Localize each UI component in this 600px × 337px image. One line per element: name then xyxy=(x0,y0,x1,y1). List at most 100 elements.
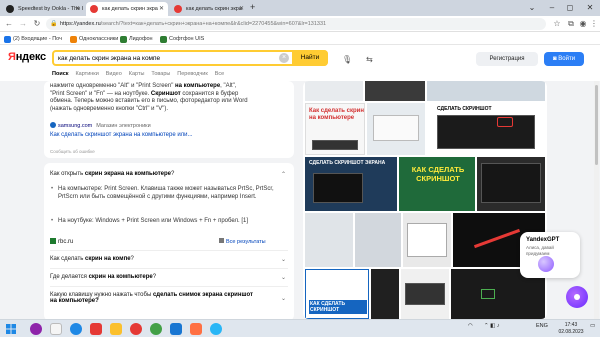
clear-icon[interactable]: × xyxy=(279,53,289,63)
extensions-icon[interactable]: ⧉ xyxy=(566,18,576,30)
image-caption: СДЕЛАТЬ СКРИНШОТ xyxy=(437,106,492,112)
image-result[interactable] xyxy=(355,213,401,267)
faq-question-4[interactable]: Какую клавишу нужно нажать чтобы сделать… xyxy=(50,292,253,304)
bookmark-gmail[interactable]: (2) Входящие - Поч xyxy=(4,34,62,44)
network-icon[interactable]: ◠ xyxy=(468,323,473,329)
bookmark-lidofon[interactable]: Лидофон xyxy=(120,34,153,44)
report-error-link[interactable]: Сообщить об ошибке xyxy=(50,149,95,154)
image-result[interactable] xyxy=(401,269,449,319)
image-result[interactable] xyxy=(305,81,363,101)
tab-all[interactable]: Все xyxy=(215,71,224,77)
chevron-down-icon[interactable]: ⌄ xyxy=(281,274,286,281)
result-link[interactable]: Как сделать скриншот экрана на компьютер… xyxy=(50,132,193,138)
alice-assistant-icon[interactable] xyxy=(566,286,588,308)
maximize-button[interactable]: ◻ xyxy=(560,0,580,16)
new-tab-button[interactable]: + xyxy=(250,2,255,12)
image-result[interactable] xyxy=(367,103,425,155)
close-icon[interactable]: ✕ xyxy=(75,2,80,16)
image-result[interactable]: КАК СДЕЛАТЬ СКРИНШОТ xyxy=(399,157,475,211)
page-scrollbar[interactable] xyxy=(594,81,599,319)
tab-yandex-2[interactable]: как делать скрин экра ✕ xyxy=(170,2,248,16)
divider xyxy=(50,268,288,269)
close-icon[interactable]: ✕ xyxy=(159,2,164,16)
image-result[interactable] xyxy=(477,157,545,211)
search-input[interactable] xyxy=(58,53,278,64)
image-result[interactable] xyxy=(427,81,545,101)
chevron-down-icon[interactable]: ⌄ xyxy=(281,295,286,302)
all-results-link[interactable]: Все результаты xyxy=(219,238,266,245)
forward-button[interactable]: → xyxy=(18,18,28,30)
image-caption: Как сделать скрин на компьютере xyxy=(309,108,364,121)
windows-start-icon[interactable] xyxy=(6,324,16,334)
q-bold: сделать снимок экрана скриншот xyxy=(152,292,253,298)
yandex-icon[interactable] xyxy=(130,323,142,335)
image-result[interactable]: КАК СДЕЛАТЬ СКРИНШОТ xyxy=(305,269,369,319)
clock[interactable]: 17:43 02.08.2023 xyxy=(556,322,586,335)
profile-icon[interactable]: ◉ xyxy=(578,18,588,30)
yandex-browser-icon[interactable] xyxy=(90,323,102,335)
close-icon[interactable]: ✕ xyxy=(239,2,244,16)
tab-search[interactable]: Поиск xyxy=(52,71,69,77)
find-button[interactable]: Найти xyxy=(292,50,328,66)
result-source[interactable]: samsung.com Магазин электроники xyxy=(50,122,151,129)
tab-images[interactable]: Картинки xyxy=(75,71,98,77)
app-icon[interactable] xyxy=(190,323,202,335)
image-result[interactable]: СДЕЛАТЬ СКРИНШОТ xyxy=(427,103,545,155)
chevron-down-icon[interactable]: ⌄ xyxy=(281,256,286,263)
url-field[interactable]: 🔒 https://yandex.ru/search/?text=как+дел… xyxy=(46,18,546,30)
task-view-icon[interactable] xyxy=(50,323,62,335)
image-result[interactable] xyxy=(371,269,399,319)
search-box: × ⌕ xyxy=(52,50,328,66)
minimize-button[interactable]: – xyxy=(542,0,562,16)
faq-question-3[interactable]: Где делается скрин на компьютере? xyxy=(50,274,156,280)
q-text: ? xyxy=(130,256,134,262)
lock-icon: 🔒 xyxy=(50,21,58,27)
telegram-icon[interactable] xyxy=(210,323,222,335)
chevron-up-icon[interactable]: ⌃ xyxy=(281,171,286,178)
yandexgpt-widget[interactable]: YandexGPT Алиса, давай придумаем xyxy=(520,232,580,278)
answer-ref[interactable]: [1] xyxy=(241,218,248,224)
filters-icon[interactable]: ⇆ xyxy=(366,55,373,64)
source-domain: samsung.com xyxy=(58,123,93,129)
tray-icons[interactable]: ⌃ ◧ ♪ xyxy=(484,323,500,329)
back-button[interactable]: ← xyxy=(4,18,14,30)
register-button[interactable]: Регистрация xyxy=(476,52,538,66)
app-icon[interactable] xyxy=(170,323,182,335)
image-result[interactable] xyxy=(305,213,353,267)
star-icon[interactable]: ☆ xyxy=(552,18,562,30)
notifications-icon[interactable]: ▭ xyxy=(590,323,595,329)
close-window-button[interactable]: ✕ xyxy=(580,0,600,16)
tab-maps[interactable]: Карты xyxy=(129,71,145,77)
image-result[interactable]: Как сделать скрин на компьютере xyxy=(305,103,365,155)
tab-video[interactable]: Видео xyxy=(106,71,122,77)
bookmark-softphone[interactable]: Софтфон UIS xyxy=(160,34,204,44)
image-result[interactable] xyxy=(403,213,451,267)
chrome-icon[interactable] xyxy=(150,323,162,335)
edge-icon[interactable] xyxy=(70,323,82,335)
tab-speedtest[interactable]: Speedtest by Ookla - The I ✕ xyxy=(2,2,84,16)
reload-button[interactable]: ↻ xyxy=(32,18,42,30)
scrollbar-thumb[interactable] xyxy=(595,85,598,165)
login-button[interactable]: ◙ Войти xyxy=(544,52,584,66)
faq-question-2[interactable]: Как сделать скрин на компе? xyxy=(50,256,134,262)
image-result[interactable] xyxy=(365,81,425,101)
file-explorer-icon[interactable] xyxy=(110,323,122,335)
faq-source[interactable]: rbc.ru xyxy=(50,238,73,245)
url-domain: https://yandex.ru xyxy=(60,21,101,27)
tab-yandex-1[interactable]: как делать скрин экра ✕ xyxy=(86,2,168,16)
app-icon[interactable] xyxy=(30,323,42,335)
image-result[interactable]: СДЕЛАТЬ СКРИНШОТ ЭКРАНА xyxy=(305,157,397,211)
yandex-logo[interactable]: Яндекс xyxy=(8,51,46,63)
snippet-text: сохранится в буфер xyxy=(182,90,239,97)
language-indicator[interactable]: ENG xyxy=(536,323,548,329)
result-snippet: нажмите одновременно "Alt" и "Print Scre… xyxy=(50,83,288,113)
faq-question-1[interactable]: Как открыть скрин экрана на компьютере? xyxy=(50,171,174,177)
menu-icon[interactable]: ⋮ xyxy=(589,18,599,30)
gpt-title: YandexGPT xyxy=(526,237,560,243)
bookmark-ok[interactable]: Одноклассники xyxy=(70,34,118,44)
bookmarks-bar: (2) Входящие - Поч Одноклассники Лидофон… xyxy=(0,33,600,45)
tab-translator[interactable]: Переводчик xyxy=(177,71,207,77)
microphone-icon[interactable]: 🎙 xyxy=(342,55,352,64)
tab-products[interactable]: Товары xyxy=(151,71,170,77)
tab-search-button[interactable]: ⌄ xyxy=(522,0,542,16)
